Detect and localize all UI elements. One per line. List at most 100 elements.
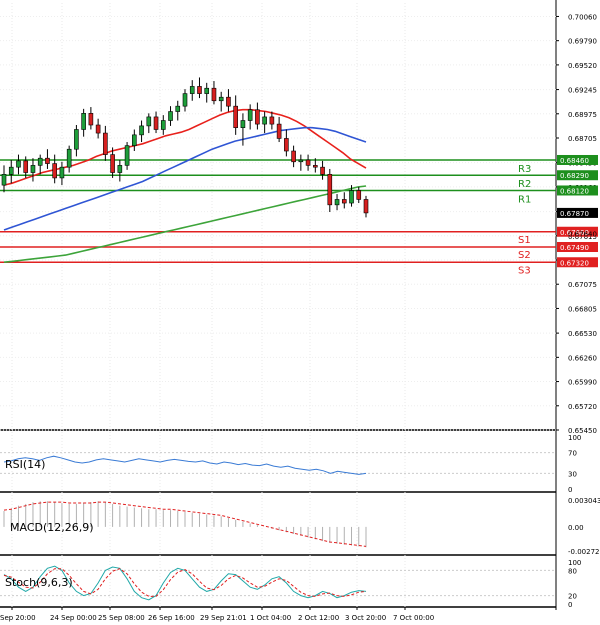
time-tick-label: 26 Sep 16:00 xyxy=(148,614,195,622)
candle-body xyxy=(45,157,50,164)
candle-body xyxy=(189,86,195,94)
rsi-tick-label: 0 xyxy=(568,486,572,494)
candle-body xyxy=(255,109,260,125)
candle-body xyxy=(175,105,181,112)
candle-body xyxy=(66,148,72,168)
time-tick-label: 3 Oct 20:00 xyxy=(345,614,386,622)
time-tick-label: 24 Sep 00:00 xyxy=(50,614,97,622)
candle-body xyxy=(30,165,36,173)
candle-body xyxy=(110,154,115,173)
candle-body xyxy=(103,132,108,155)
time-tick-label: 25 Sep 08:00 xyxy=(98,614,145,622)
candle-body xyxy=(37,157,43,166)
candle-body xyxy=(182,93,188,107)
candle-body xyxy=(52,163,57,179)
candle-body xyxy=(233,105,238,128)
candle-body xyxy=(247,109,253,121)
stoch-label: Stoch(9,6,3) xyxy=(5,576,73,589)
rsi-tick-label: 100 xyxy=(568,434,581,442)
candle-body xyxy=(284,138,289,152)
pivot-price-r2: 0.68290 xyxy=(560,172,589,180)
pivot-name-s2: S2 xyxy=(518,250,531,261)
macd-tick-label: -0.002723 xyxy=(568,548,600,556)
candle-body xyxy=(262,116,267,125)
price-tick-label: 0.69520 xyxy=(568,62,597,70)
price-tick-label: 0.68705 xyxy=(568,135,597,143)
candle-body xyxy=(59,166,65,179)
candle-body xyxy=(341,199,347,204)
candle-body xyxy=(74,129,79,150)
candle-body xyxy=(276,123,282,139)
macd-label: MACD(12,26,9) xyxy=(10,521,94,534)
time-tick-label: 29 Sep 21:01 xyxy=(200,614,247,622)
stoch-tick-label: 0 xyxy=(568,601,572,609)
pivot-name-s3: S3 xyxy=(518,265,531,276)
candle-body xyxy=(88,113,94,126)
current-price-label: 0.67870 xyxy=(560,210,589,218)
candle-body xyxy=(356,190,362,200)
candle-body xyxy=(291,150,296,163)
price-tick-label: 0.70060 xyxy=(568,13,597,21)
candle-body xyxy=(211,87,217,102)
candle-body xyxy=(153,116,159,130)
candle-body xyxy=(23,160,29,173)
candle-body xyxy=(124,145,130,166)
stoch-tick-label: 20 xyxy=(568,593,577,601)
macd-tick-label: 0.003043 xyxy=(568,497,600,505)
candle-body xyxy=(218,96,224,102)
pivot-price-r3: 0.68460 xyxy=(560,157,589,165)
price-tick-label: 0.66530 xyxy=(568,330,597,338)
candle-body xyxy=(240,120,246,128)
pivot-price-s3: 0.67320 xyxy=(560,259,589,267)
stoch-tick-label: 100 xyxy=(568,559,581,567)
candle-body xyxy=(197,86,202,94)
candle-body xyxy=(320,166,325,175)
rsi-tick-label: 70 xyxy=(568,450,577,458)
price-tick-label: 0.68975 xyxy=(568,111,597,119)
price-tick-label: 0.66260 xyxy=(568,354,597,362)
stoch-tick-label: 80 xyxy=(568,567,577,575)
candle-body xyxy=(168,111,173,121)
rsi-label: RSI(14) xyxy=(5,458,45,471)
candle-body xyxy=(298,159,304,163)
candle-body xyxy=(226,96,231,107)
macd-tick-label: 0.00 xyxy=(568,524,584,532)
pivot-name-r3: R3 xyxy=(518,164,531,175)
price-tick-label: 0.67640 xyxy=(568,231,597,239)
chart-root: 0.70060 0.69790 0.69520 0.69245 0.68975 0.687… xyxy=(0,0,600,625)
candle-body xyxy=(269,116,275,125)
candle-body xyxy=(313,165,318,168)
price-tick-label: 0.65990 xyxy=(568,379,597,387)
candle-body xyxy=(16,160,21,168)
time-tick-label: 1 Oct 04:00 xyxy=(250,614,291,622)
rsi-tick-label: 30 xyxy=(568,470,577,478)
candle-body xyxy=(349,190,354,204)
candle-body xyxy=(81,113,86,130)
price-tick-label: 0.67075 xyxy=(568,281,597,289)
candle-body xyxy=(139,125,144,136)
candle-body xyxy=(117,165,123,173)
candle-body xyxy=(334,199,340,206)
candle-body xyxy=(132,134,137,146)
time-tick-label: 7 Oct 00:00 xyxy=(393,614,434,622)
pivot-name-r1: R1 xyxy=(518,194,531,205)
candle-body xyxy=(8,166,14,175)
candle-body xyxy=(363,199,369,214)
price-tick-label: 0.66805 xyxy=(568,305,597,313)
price-tick-label: 0.65720 xyxy=(568,403,597,411)
time-tick-label: 2 Oct 12:00 xyxy=(298,614,339,622)
time-tick-label: Sep 20:00 xyxy=(0,614,36,622)
pivot-name-s1: S1 xyxy=(518,235,531,246)
pivot-price-s2: 0.67490 xyxy=(560,244,589,252)
candle-body xyxy=(327,174,333,206)
pivot-name-r2: R2 xyxy=(518,179,531,190)
candle-body xyxy=(204,87,210,94)
price-tick-label: 0.69790 xyxy=(568,38,597,46)
candle-body xyxy=(95,124,101,134)
candle-body xyxy=(146,116,152,127)
price-tick-label: 0.69245 xyxy=(568,87,597,95)
pivot-price-r1: 0.68120 xyxy=(560,187,589,195)
candle-body xyxy=(305,159,311,166)
candle-body xyxy=(160,120,166,130)
candle-body xyxy=(1,174,7,186)
